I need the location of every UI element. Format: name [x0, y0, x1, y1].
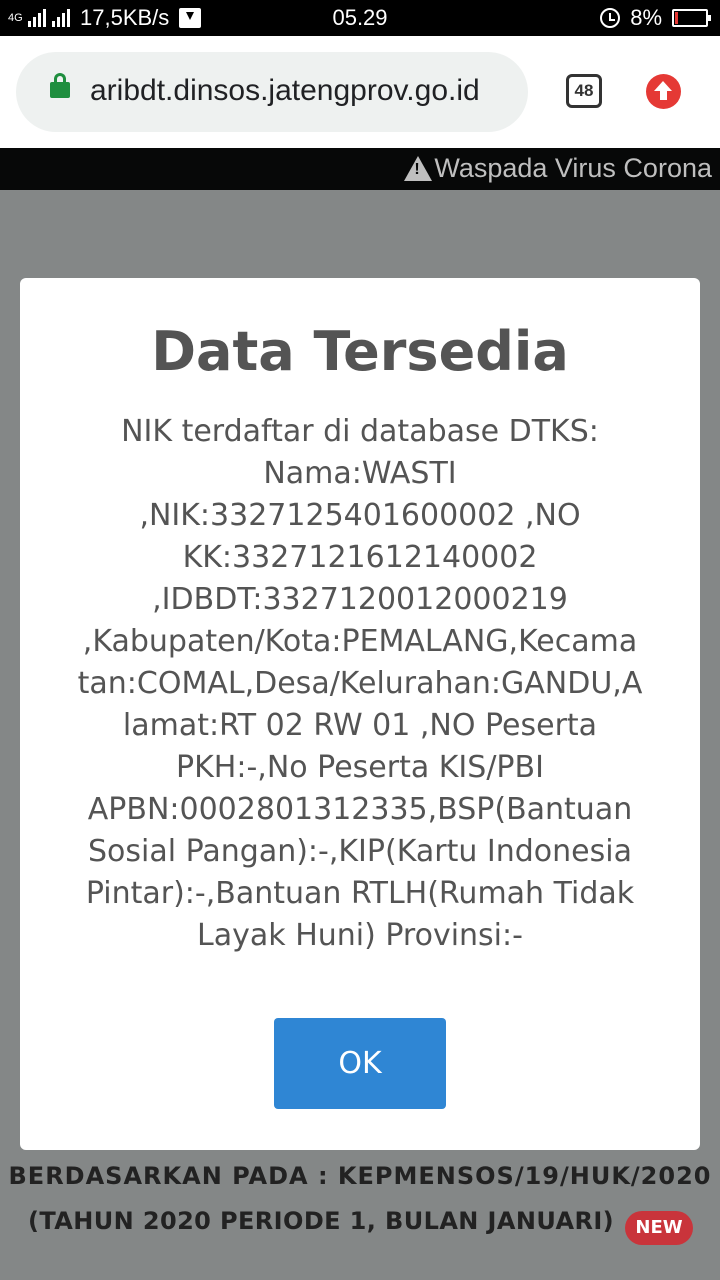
message-line: ,IDBDT:3327120012000219 — [152, 582, 568, 617]
message-line: Layak Huni) Provinsi:- — [197, 918, 523, 953]
message-line: Nama:WASTI — [263, 456, 457, 491]
alert-dialog: Data Tersedia NIK terdaftar di database … — [20, 278, 700, 1150]
battery-level — [675, 12, 678, 24]
message-line: PKH:-,No Peserta KIS/PBI — [176, 750, 544, 785]
battery-percent: 8% — [630, 5, 662, 30]
message-line: Pintar):-,Bantuan RTLH(Rumah Tidak — [85, 876, 635, 911]
message-line: APBN:0002801312335,BSP(Bantuan — [87, 792, 633, 827]
message-line: KK:3327121612140002 — [182, 540, 538, 575]
message-line: tan:COMAL,Desa/Kelurahan:GANDU,A — [77, 666, 643, 701]
footer-period: (TAHUN 2020 PERIODE 1, BULAN JANUARI) — [28, 1207, 615, 1235]
browser-toolbar: aribdt.dinsos.jatengprov.go.id 48 — [0, 36, 720, 148]
status-right: 8% — [600, 5, 711, 31]
message-line: Sosial Pangan):-,KIP(Kartu Indonesia — [88, 834, 632, 869]
message-line: ,NIK:3327125401600002 ,NO — [139, 498, 581, 533]
status-bar: 4G 17,5KB/s 05.29 8% — [0, 0, 720, 36]
lock-icon[interactable] — [50, 73, 70, 98]
update-arrow-icon[interactable] — [646, 74, 681, 109]
new-badge: NEW — [625, 1211, 693, 1245]
dialog-title: Data Tersedia — [151, 320, 569, 383]
url-text[interactable]: aribdt.dinsos.jatengprov.go.id — [90, 74, 480, 108]
ok-button[interactable]: OK — [274, 1018, 446, 1109]
message-line: ,Kabupaten/Kota:PEMALANG,Kecama — [82, 624, 638, 659]
warning-icon — [404, 156, 433, 181]
tab-switcher-button[interactable]: 48 — [566, 74, 602, 108]
message-line: lamat:RT 02 RW 01 ,NO Peserta — [122, 708, 598, 743]
footer-regulation: BERDASARKAN PADA : KEPMENSOS/19/HUK/2020 — [8, 1162, 712, 1190]
announcement-text: Waspada Virus Corona — [434, 153, 712, 183]
dialog-message: NIK terdaftar di database DTKS: Nama:WAS… — [60, 411, 660, 957]
alarm-icon — [600, 8, 621, 28]
battery-icon — [672, 9, 711, 27]
announcement-banner: Waspada Virus Corona — [0, 148, 720, 190]
message-line: NIK terdaftar di database DTKS: — [121, 414, 599, 449]
address-bar[interactable]: aribdt.dinsos.jatengprov.go.id — [16, 52, 528, 132]
